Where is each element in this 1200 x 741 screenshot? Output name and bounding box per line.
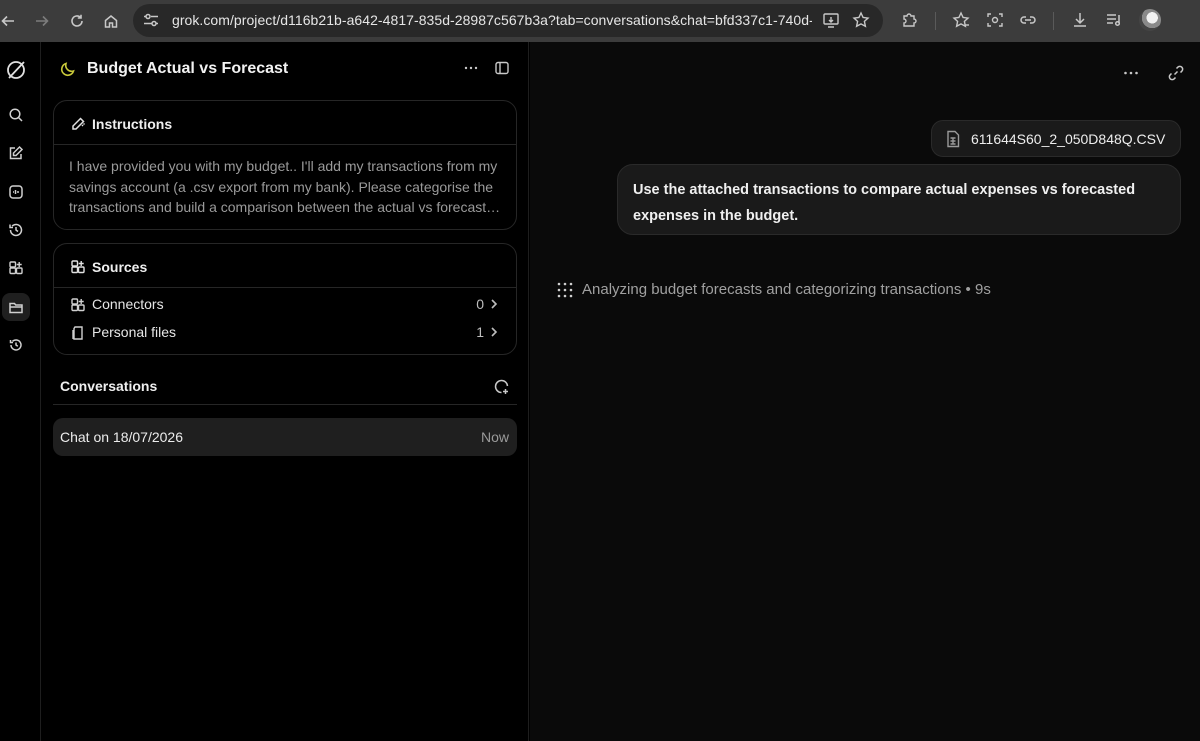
csv-file-icon <box>945 130 961 148</box>
source-item-label: Personal files <box>92 324 177 340</box>
sources-label: Sources <box>92 259 148 275</box>
link-share-icon[interactable] <box>1018 10 1038 30</box>
instructions-label: Instructions <box>92 116 173 132</box>
sources-header: Sources <box>54 244 516 288</box>
recent-icon[interactable] <box>2 331 30 359</box>
install-app-icon[interactable] <box>822 11 840 29</box>
instructions-text: I have provided you with my budget.. I'l… <box>69 158 501 215</box>
loading-dots-icon <box>556 281 574 299</box>
browser-toolbar: grok.com/project/d116b21b-a642-4817-835d… <box>0 0 1200 42</box>
workspaces-icon[interactable] <box>2 254 30 282</box>
voice-icon[interactable] <box>2 178 30 206</box>
source-item-count: 1 <box>476 324 484 340</box>
moon-icon <box>60 61 76 77</box>
more-options-icon[interactable] <box>463 60 479 76</box>
site-settings-icon[interactable] <box>142 11 160 29</box>
project-header: Budget Actual vs Forecast <box>41 42 529 98</box>
home-icon[interactable] <box>97 7 125 35</box>
sources-icon <box>70 259 86 275</box>
project-panel: Budget Actual vs Forecast Instructions I… <box>41 42 529 741</box>
url-text[interactable]: grok.com/project/d116b21b-a642-4817-835d… <box>172 12 812 28</box>
chevron-right-icon <box>488 326 500 338</box>
source-item-personal-files[interactable]: Personal files 1 <box>54 320 516 346</box>
bookmark-star-icon[interactable] <box>852 11 870 29</box>
source-item-label: Connectors <box>92 296 164 312</box>
user-message-text: Use the attached transactions to compare… <box>633 182 1136 224</box>
chat-more-options-icon[interactable] <box>1122 64 1140 82</box>
attachment-filename: 611644S60_2_050D848Q.CSV <box>971 131 1166 147</box>
share-link-icon[interactable] <box>1167 64 1185 82</box>
nav-rail <box>0 42 41 741</box>
projects-icon[interactable] <box>2 293 30 321</box>
attachment-chip[interactable]: 611644S60_2_050D848Q.CSV <box>931 120 1181 157</box>
search-icon[interactable] <box>2 101 30 129</box>
download-icon[interactable] <box>1070 10 1090 30</box>
conversation-item[interactable]: Chat on 18/07/2026 Now <box>53 418 517 456</box>
forward-arrow-icon[interactable] <box>28 7 56 35</box>
instructions-card[interactable]: Instructions I have provided you with my… <box>53 100 517 230</box>
source-item-connectors[interactable]: Connectors 0 <box>54 292 516 318</box>
back-arrow-icon[interactable] <box>0 7 22 35</box>
status-text: Analyzing budget forecasts and categoriz… <box>582 281 991 298</box>
file-icon <box>70 325 86 341</box>
conversation-time: Now <box>480 429 509 445</box>
favorites-icon[interactable] <box>951 10 971 30</box>
history-icon[interactable] <box>2 216 30 244</box>
sidebar-toggle-icon[interactable] <box>494 60 510 76</box>
reload-icon[interactable] <box>63 7 91 35</box>
new-conversation-icon[interactable] <box>493 378 510 395</box>
sources-card: Sources Connectors 0 Personal files 1 <box>53 243 517 355</box>
media-controls-icon[interactable] <box>1104 10 1124 30</box>
address-bar[interactable]: grok.com/project/d116b21b-a642-4817-835d… <box>133 4 883 37</box>
profile-avatar[interactable] <box>1139 9 1161 31</box>
connectors-icon <box>70 297 86 313</box>
conversation-title: Chat on 18/07/2026 <box>60 429 183 445</box>
pencil-icon <box>70 116 86 132</box>
extensions-icon[interactable] <box>900 10 920 30</box>
grok-logo-icon[interactable] <box>2 56 30 84</box>
toolbar-divider <box>1053 12 1054 30</box>
instructions-header: Instructions <box>54 101 516 145</box>
project-title: Budget Actual vs Forecast <box>87 60 289 77</box>
toolbar-divider <box>935 12 936 30</box>
source-item-count: 0 <box>476 296 484 312</box>
chat-pane: 611644S60_2_050D848Q.CSV Use the attache… <box>530 42 1200 741</box>
divider <box>53 404 517 405</box>
user-message-bubble: Use the attached transactions to compare… <box>617 164 1181 235</box>
screenshot-icon[interactable] <box>985 10 1005 30</box>
conversations-heading: Conversations <box>60 378 158 394</box>
new-chat-icon[interactable] <box>2 139 30 167</box>
chevron-right-icon <box>488 298 500 310</box>
